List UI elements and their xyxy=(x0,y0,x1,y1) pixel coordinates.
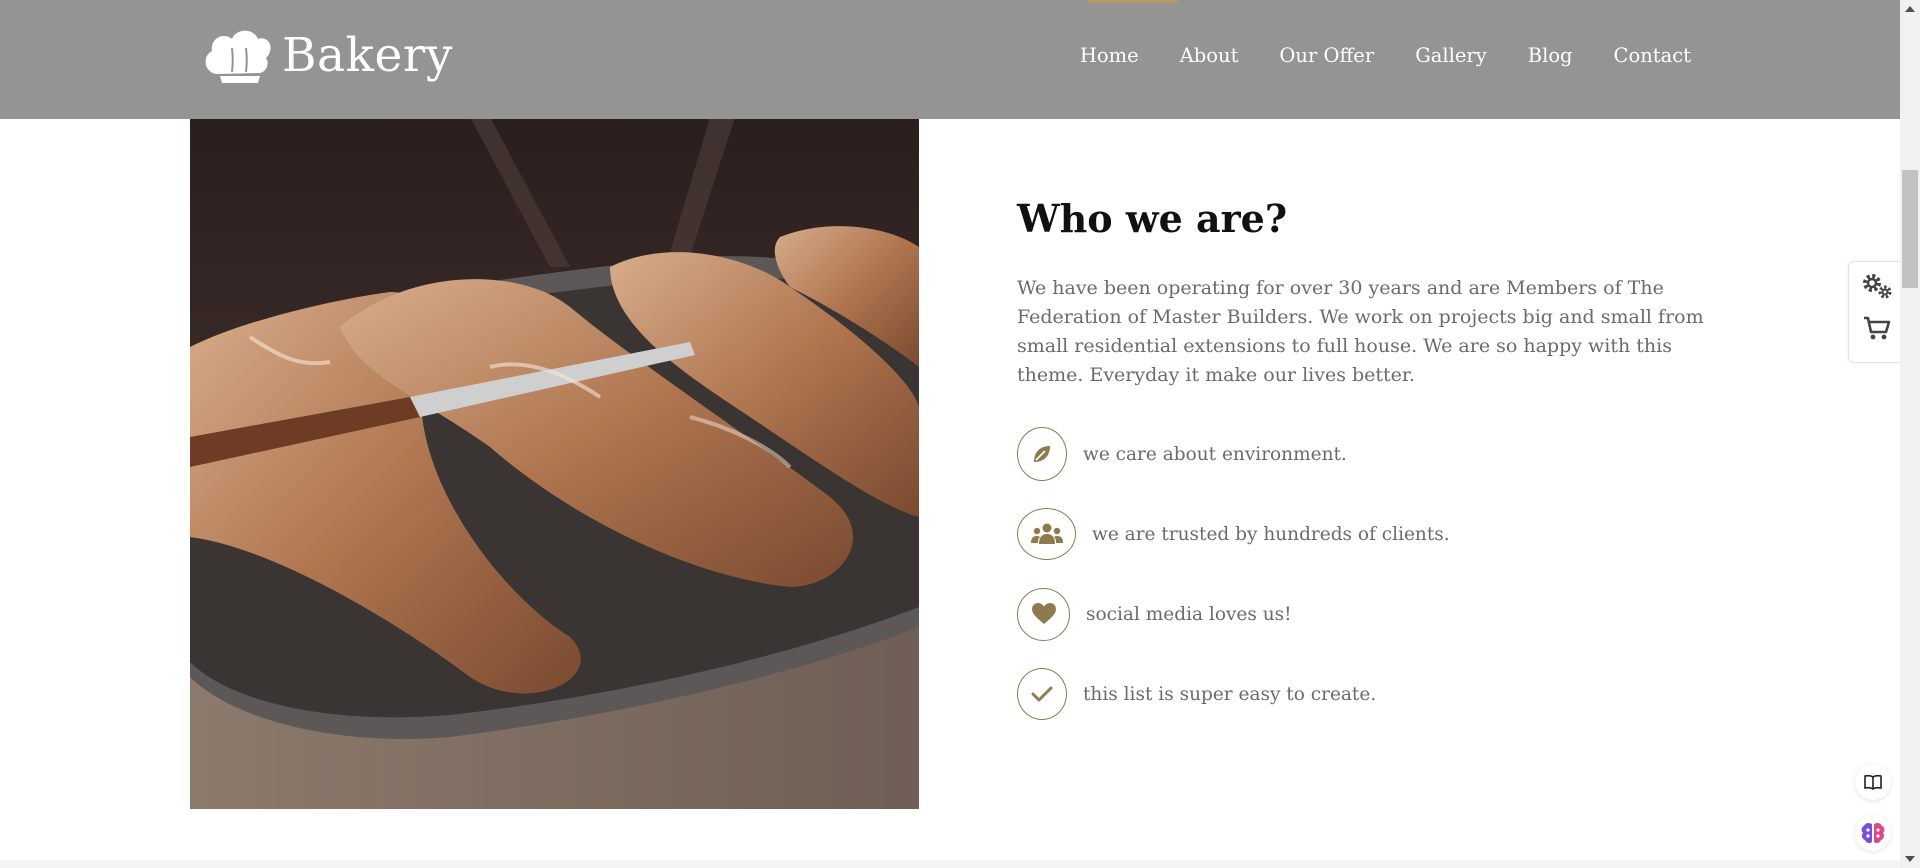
section-title: Who we are? xyxy=(1017,196,1288,241)
main-nav: Home About Our Offer Gallery Blog Contac… xyxy=(1080,44,1691,67)
page-scrollbar[interactable] xyxy=(1900,0,1920,868)
feature-item-easy: this list is super easy to create. xyxy=(1017,664,1717,724)
page: Bakery Home About Our Offer Gallery Blog… xyxy=(0,0,1900,868)
cart-icon[interactable] xyxy=(1863,316,1891,342)
feature-item-social: social media loves us! xyxy=(1017,584,1717,644)
heart-icon xyxy=(1017,587,1070,641)
site-header: Bakery Home About Our Offer Gallery Blog… xyxy=(0,0,1900,119)
next-section-edge xyxy=(0,860,1900,868)
feature-list: we care about environment. we are truste… xyxy=(1017,424,1717,724)
chef-hat-icon xyxy=(205,30,271,83)
users-icon xyxy=(1017,508,1076,560)
section-description: We have been operating for over 30 years… xyxy=(1017,277,1704,386)
side-toolbox xyxy=(1848,261,1900,363)
feature-text: social media loves us! xyxy=(1086,603,1292,625)
brand-name: Bakery xyxy=(282,28,453,83)
brain-button[interactable] xyxy=(1855,815,1891,851)
check-icon xyxy=(1017,668,1067,720)
feature-text: we are trusted by hundreds of clients. xyxy=(1092,523,1450,545)
nav-about[interactable]: About xyxy=(1180,44,1239,67)
feature-item-environment: we care about environment. xyxy=(1017,424,1717,484)
scroll-up-arrow-icon[interactable] xyxy=(1905,6,1915,12)
about-section: Who we are? We have been operating for o… xyxy=(1017,190,1717,744)
nav-blog[interactable]: Blog xyxy=(1528,44,1573,67)
leaf-icon xyxy=(1017,427,1067,481)
book-icon xyxy=(1864,774,1882,790)
bread-photo xyxy=(190,117,919,809)
nav-contact[interactable]: Contact xyxy=(1614,44,1691,67)
logo[interactable]: Bakery xyxy=(202,26,453,86)
active-nav-indicator xyxy=(1088,0,1178,3)
nav-our-offer[interactable]: Our Offer xyxy=(1279,44,1374,67)
brain-icon xyxy=(1861,822,1885,844)
feature-text: this list is super easy to create. xyxy=(1083,683,1377,705)
feature-item-clients: we are trusted by hundreds of clients. xyxy=(1017,504,1717,564)
book-button[interactable] xyxy=(1855,764,1891,800)
nav-home[interactable]: Home xyxy=(1080,44,1139,67)
feature-text: we care about environment. xyxy=(1083,443,1347,465)
nav-gallery[interactable]: Gallery xyxy=(1415,44,1487,67)
scroll-down-arrow-icon[interactable] xyxy=(1905,856,1915,862)
scrollbar-thumb[interactable] xyxy=(1902,170,1918,288)
settings-cogs-icon[interactable] xyxy=(1861,272,1893,300)
